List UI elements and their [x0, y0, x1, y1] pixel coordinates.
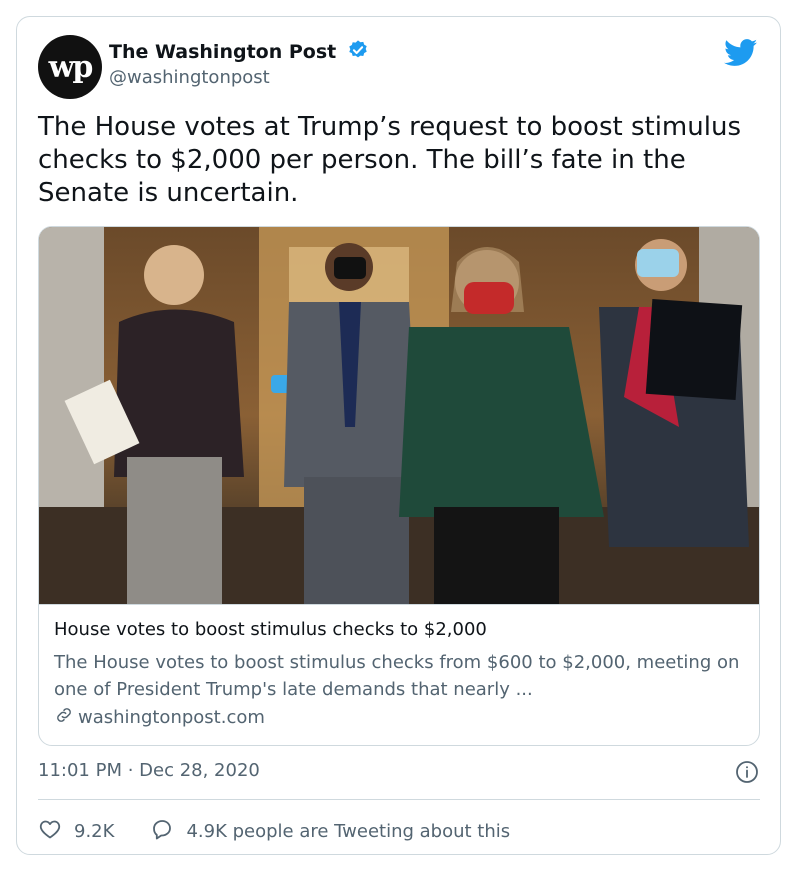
heart-icon [38, 817, 62, 846]
reply-label: 4.9K people are Tweeting about this [186, 821, 511, 842]
like-count: 9.2K [74, 821, 115, 842]
author-handle[interactable]: @washingtonpost [109, 67, 270, 88]
tweet-text: The House votes at Trump’s request to bo… [38, 112, 741, 208]
reply-button[interactable]: 4.9K people are Tweeting about this [150, 817, 510, 846]
author-name-text: The Washington Post [109, 41, 337, 63]
avatar[interactable]: wp [38, 35, 102, 99]
divider [38, 799, 760, 800]
link-card[interactable]: House votes to boost stimulus checks to … [38, 226, 760, 746]
avatar-logo: wp [48, 49, 94, 85]
link-title[interactable]: House votes to boost stimulus checks to … [54, 619, 487, 640]
like-button[interactable]: 9.2K [38, 817, 114, 846]
tweet-card: wp The Washington Post @washingtonpost T… [16, 16, 781, 855]
verified-badge-icon [347, 39, 369, 66]
article-photo [39, 227, 759, 604]
author-name[interactable]: The Washington Post [109, 39, 369, 66]
info-icon[interactable] [735, 760, 759, 788]
tweet-timestamp[interactable]: 11:01 PM · Dec 28, 2020 [38, 760, 260, 781]
link-icon [54, 705, 74, 730]
link-info[interactable]: House votes to boost stimulus checks to … [39, 604, 759, 745]
link-domain[interactable]: washingtonpost.com [54, 705, 265, 730]
twitter-bird-icon[interactable] [724, 39, 758, 71]
link-domain-text: washingtonpost.com [78, 707, 265, 728]
tweet-actions: 9.2K 4.9K people are Tweeting about this [38, 817, 510, 846]
link-description: The House votes to boost stimulus checks… [54, 652, 740, 700]
speech-bubble-icon [150, 817, 174, 846]
